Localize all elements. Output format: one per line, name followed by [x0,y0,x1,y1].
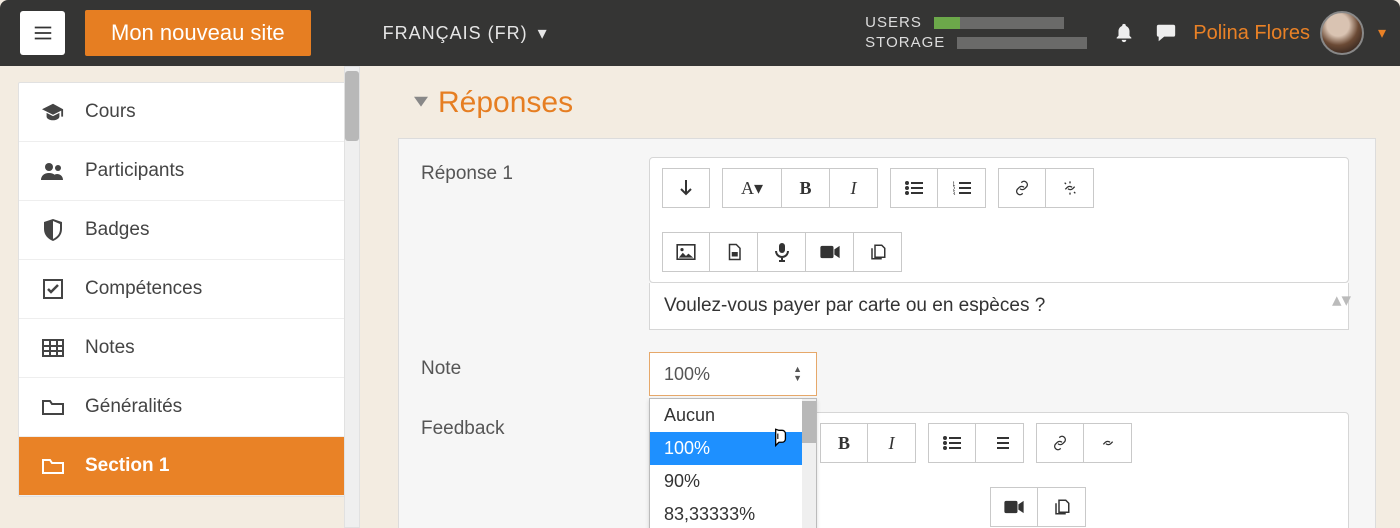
dropdown-scrollbar[interactable] [802,399,816,528]
sidebar-item-notes[interactable]: Notes [19,319,345,378]
sidebar-item-label: Badges [85,219,149,241]
hamburger-button[interactable] [20,11,65,55]
users-meter [934,17,1064,29]
toolbar-expand-button[interactable] [662,168,710,208]
link-icon [1050,435,1070,451]
user-name[interactable]: Polina Flores [1193,22,1310,45]
answer1-text: Voulez-vous payer par carte ou en espèce… [664,295,1045,316]
grade-option[interactable]: 90% [650,465,816,498]
toolbar-files-button[interactable] [854,232,902,272]
toolbar-bold-button[interactable]: B [820,423,868,463]
collapse-section-button[interactable] [414,94,428,113]
sidebar-item-generalites[interactable]: Généralités [19,378,345,437]
expand-icon [678,179,694,197]
toolbar-styles-button[interactable]: A▾ [722,168,782,208]
notifications-button[interactable] [1109,22,1139,44]
answer1-editor[interactable]: Voulez-vous payer par carte ou en espèce… [649,283,1349,330]
usage-meters: USERS STORAGE [865,13,1087,54]
section-title: Réponses [438,86,573,120]
sidebar-item-label: Notes [85,337,135,359]
caret-down-icon [414,94,428,108]
answer1-label: Réponse 1 [421,157,649,330]
toolbar-italic-button[interactable]: I [830,168,878,208]
sidebar-item-badges[interactable]: Badges [19,201,345,260]
users-icon [41,162,65,180]
grade-select[interactable]: 100% ▲▼ [649,352,817,396]
file-media-icon [725,243,743,261]
toolbar-video-button[interactable] [806,232,854,272]
sort-icon: ▲▼ [793,365,802,383]
storage-label: STORAGE [865,33,945,53]
toolbar-video-button[interactable] [990,487,1038,527]
svg-text:3: 3 [953,192,956,195]
hamburger-icon [32,22,54,44]
video-icon [1003,500,1025,514]
toolbar-unlink-button[interactable] [1046,168,1094,208]
language-label: FRANÇAIS (FR) [383,23,528,44]
side-navigation: Cours Participants Badges Compétences Notes G… [18,82,346,497]
site-button[interactable]: Mon nouveau site [85,10,311,56]
grade-option[interactable]: 83,33333% [650,498,816,528]
sidebar-item-cours[interactable]: Cours [19,83,345,142]
messages-button[interactable] [1151,22,1181,44]
bell-icon [1113,22,1135,44]
sidebar-item-participants[interactable]: Participants [19,142,345,201]
avatar[interactable] [1320,11,1364,55]
toolbar-media-button[interactable] [710,232,758,272]
shield-icon [41,219,65,241]
sidebar-scrollbar[interactable] [344,66,360,528]
list-ul-icon [943,436,961,450]
image-icon [676,244,696,260]
answers-panel: Réponse 1 A▾ B I 123 [398,138,1376,528]
chat-icon [1154,22,1178,44]
toolbar-files-button[interactable] [1038,487,1086,527]
check-square-icon [41,279,65,299]
toolbar-ul-button[interactable] [928,423,976,463]
sidebar-item-label: Cours [85,101,136,123]
sidebar-item-competences[interactable]: Compétences [19,260,345,319]
caret-down-icon: ▾ [538,23,548,44]
files-icon [869,243,887,261]
top-bar: Mon nouveau site FRANÇAIS (FR) ▾ USERS S… [0,0,1400,66]
table-icon [41,339,65,357]
sidebar-item-section-1[interactable]: Section 1 [19,437,345,496]
toolbar-link-button[interactable] [1036,423,1084,463]
link-icon [1012,180,1032,196]
toolbar-link-button[interactable] [998,168,1046,208]
folder-icon [41,457,65,475]
answer1-toolbar: A▾ B I 123 [649,157,1349,283]
grade-label: Note [421,352,649,396]
toolbar-bold-button[interactable]: B [782,168,830,208]
folder-icon [41,398,65,416]
mouse-cursor [767,426,793,452]
grade-selected-value: 100% [664,364,710,385]
sidebar-item-label: Compétences [85,278,202,300]
toolbar-ol-button[interactable] [976,423,1024,463]
toolbar-ol-button[interactable]: 123 [938,168,986,208]
sidebar-item-label: Généralités [85,396,182,418]
users-label: USERS [865,13,922,33]
microphone-icon [775,242,789,262]
resize-handle-icon[interactable]: ▴▾ [1332,289,1344,323]
toolbar-audio-button[interactable] [758,232,806,272]
user-menu-caret[interactable]: ▾ [1378,23,1386,43]
video-icon [819,245,841,259]
toolbar-unlink-button[interactable] [1084,423,1132,463]
graduation-cap-icon [41,103,65,121]
files-icon [1053,498,1071,516]
sidebar-item-label: Participants [85,160,184,182]
unlink-icon [1060,180,1080,196]
feedback-label: Feedback [421,412,649,528]
sidebar-item-label: Section 1 [85,455,169,477]
toolbar-image-button[interactable] [662,232,710,272]
storage-meter [957,37,1087,49]
toolbar-italic-button[interactable]: I [868,423,916,463]
toolbar-ul-button[interactable] [890,168,938,208]
language-dropdown[interactable]: FRANÇAIS (FR) ▾ [383,23,548,44]
list-ul-icon [905,181,923,195]
list-ol-icon: 123 [953,181,971,195]
list-ol-icon [991,436,1009,450]
unlink-icon [1098,435,1118,451]
grade-dropdown[interactable]: Aucun100%90%83,33333%80%75% [649,398,817,528]
